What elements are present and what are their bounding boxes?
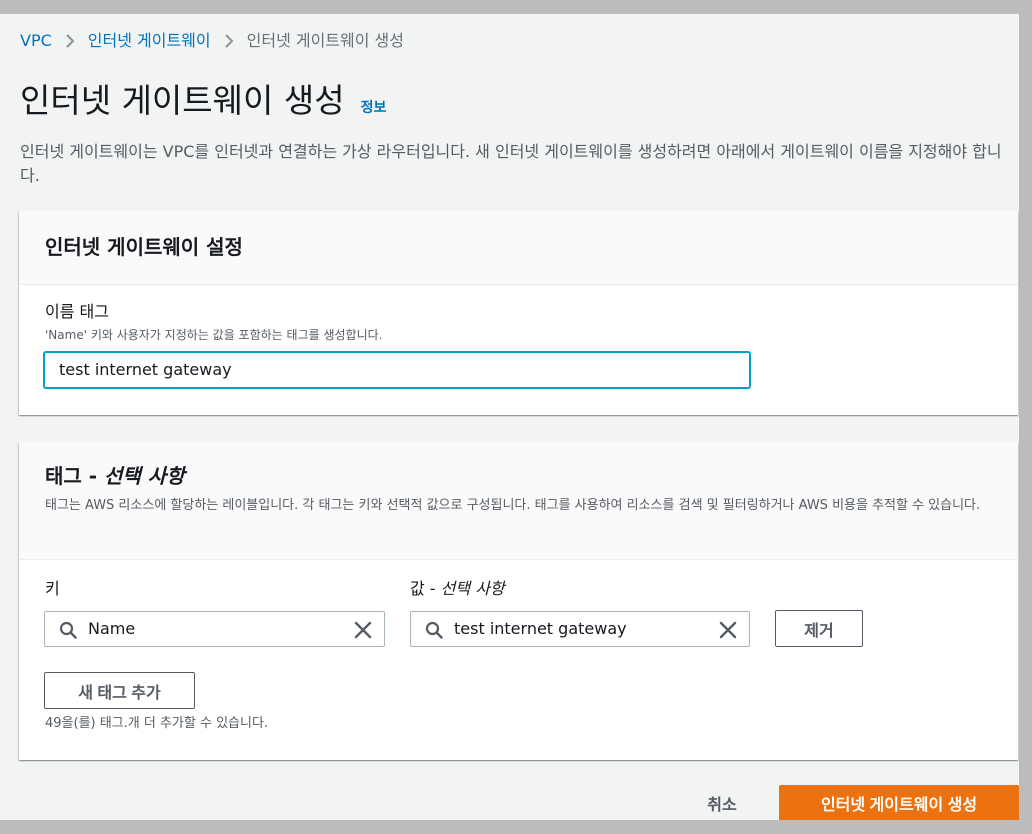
tags-header: 태그 - 선택 사항 태그는 AWS 리소스에 할당하는 레이블입니다. 각 태… bbox=[19, 442, 1018, 560]
tags-title: 태그 - 선택 사항 bbox=[45, 462, 185, 490]
tag-value-label-optional: 선택 사항 bbox=[440, 579, 505, 598]
page-header: 인터넷 게이트웨이 생성 정보 bbox=[20, 78, 386, 124]
tag-key-label: 키 bbox=[45, 579, 60, 598]
tag-value-value: test internet gateway bbox=[454, 619, 627, 638]
tags-description: 태그는 AWS 리소스에 할당하는 레이블입니다. 각 태그는 키와 선택적 값… bbox=[45, 498, 981, 513]
name-tag-label: 이름 태그 bbox=[45, 302, 109, 321]
tag-value-input[interactable]: test internet gateway bbox=[410, 611, 750, 647]
page-title: 인터넷 게이트웨이 생성 bbox=[20, 81, 345, 120]
tag-limit-note: 49을(를) 태그.개 더 추가할 수 있습니다. bbox=[45, 716, 269, 731]
gateway-settings-panel: 인터넷 게이트웨이 설정 이름 태그 'Name' 키와 사용자가 지정하는 값… bbox=[19, 211, 1018, 415]
name-tag-input[interactable]: test internet gateway bbox=[43, 351, 751, 389]
chevron-right-icon bbox=[52, 30, 88, 52]
tag-value-label-main: 값 - bbox=[410, 579, 441, 598]
remove-tag-button[interactable]: 제거 bbox=[775, 610, 863, 647]
chevron-right-icon bbox=[211, 30, 247, 52]
tags-title-main: 태그 - bbox=[45, 464, 105, 488]
name-tag-description: 'Name' 키와 사용자가 지정하는 값을 포함하는 태그를 생성합니다. bbox=[45, 328, 383, 342]
search-icon bbox=[425, 621, 443, 639]
page: VPC 인터넷 게이트웨이 인터넷 게이트웨이 생성 인터넷 게이트웨이 생성 … bbox=[0, 14, 1019, 820]
tags-panel: 태그 - 선택 사항 태그는 AWS 리소스에 할당하는 레이블입니다. 각 태… bbox=[19, 442, 1018, 760]
name-tag-value: test internet gateway bbox=[59, 360, 232, 379]
page-description: 인터넷 게이트웨이는 VPC를 인터넷과 연결하는 가상 라우터입니다. 새 인… bbox=[20, 142, 1002, 185]
close-icon[interactable] bbox=[719, 621, 737, 639]
tag-value-label: 값 - 선택 사항 bbox=[410, 578, 505, 600]
search-icon bbox=[59, 621, 77, 639]
settings-header: 인터넷 게이트웨이 설정 bbox=[19, 211, 1018, 285]
breadcrumb-vpc[interactable]: VPC bbox=[20, 30, 52, 52]
cancel-button[interactable]: 취소 bbox=[690, 786, 754, 820]
settings-title: 인터넷 게이트웨이 설정 bbox=[45, 235, 243, 259]
tags-title-optional: 선택 사항 bbox=[104, 464, 185, 488]
breadcrumb-current: 인터넷 게이트웨이 생성 bbox=[246, 31, 404, 50]
info-link[interactable]: 정보 bbox=[361, 97, 387, 117]
close-icon[interactable] bbox=[354, 621, 372, 639]
breadcrumb: VPC 인터넷 게이트웨이 인터넷 게이트웨이 생성 bbox=[20, 30, 404, 52]
breadcrumb-internet-gateways[interactable]: 인터넷 게이트웨이 bbox=[88, 30, 211, 52]
add-tag-button[interactable]: 새 태그 추가 bbox=[44, 672, 195, 709]
create-gateway-button[interactable]: 인터넷 게이트웨이 생성 bbox=[779, 785, 1019, 820]
tag-key-value: Name bbox=[88, 619, 136, 638]
tag-key-input[interactable]: Name bbox=[44, 611, 385, 647]
